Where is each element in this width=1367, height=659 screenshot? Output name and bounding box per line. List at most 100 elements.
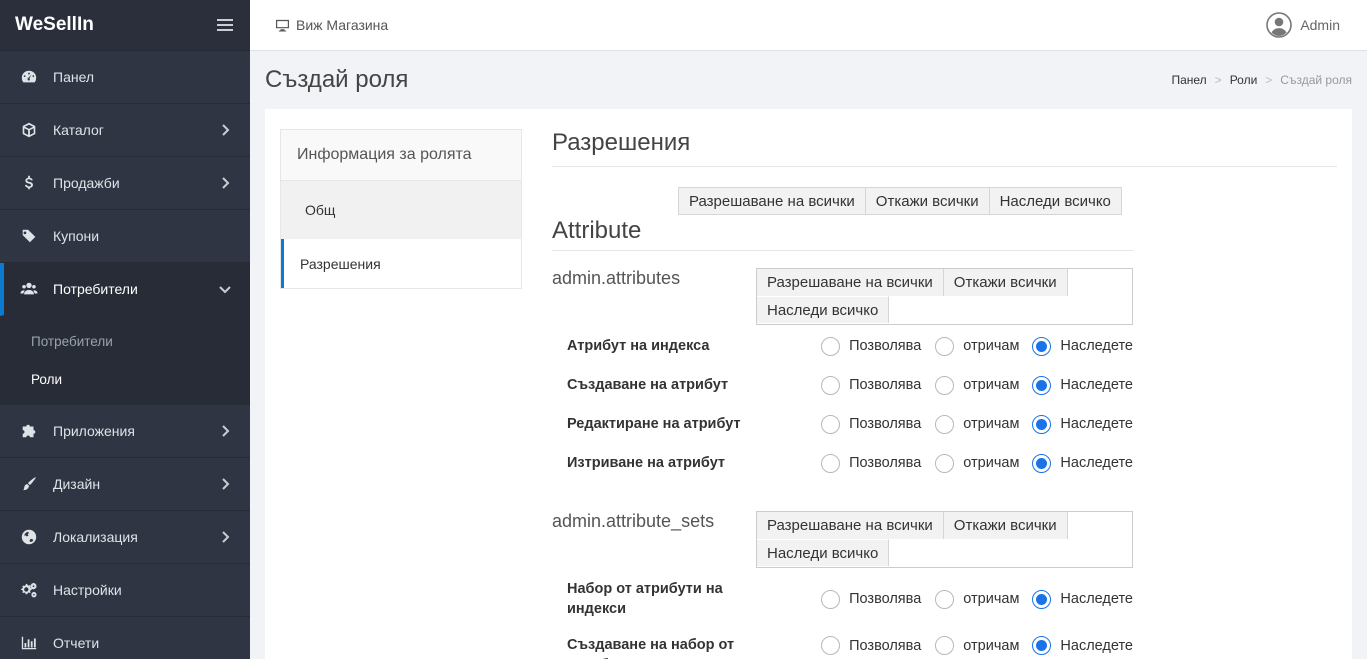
group-inherit-all-button[interactable]: Наследи всичко	[757, 296, 890, 323]
radio-inherit[interactable]: Наследете	[1032, 375, 1133, 395]
sidebar-item-label: Купони	[53, 228, 100, 244]
group-deny-all-button[interactable]: Откажи всички	[943, 512, 1068, 539]
permission-row: Атрибут на индекса Позволява отричам Нас…	[567, 336, 1133, 356]
page-header: Създай роля Панел > Роли > Създай роля	[250, 51, 1367, 109]
sidebar-item-settings[interactable]: Настройки	[0, 564, 250, 617]
section-title-attribute: Attribute	[552, 217, 1133, 251]
radio-deny[interactable]: отричам	[935, 453, 1019, 473]
tabs-heading: Информация за ролята	[281, 130, 521, 181]
brand-bar: WeSellIn	[0, 0, 250, 51]
permission-row: Изтриване на атрибут Позволява отричам Н…	[567, 453, 1133, 473]
permission-radios: Позволява отричам Наследете	[821, 636, 1133, 655]
sidebar-item-catalog[interactable]: Каталог	[0, 104, 250, 157]
sidebar-item-label: Потребители	[53, 281, 138, 297]
radio-inherit[interactable]: Наследете	[1032, 414, 1133, 434]
group-inherit-all-button[interactable]: Наследи всичко	[757, 539, 890, 566]
radio-deny[interactable]: отричам	[935, 375, 1019, 395]
permission-label: Атрибут на индекса	[567, 338, 710, 354]
role-tabs: Информация за ролята Общ Разрешения	[280, 129, 522, 289]
radio-deny[interactable]: отричам	[935, 636, 1019, 655]
tab-permissions[interactable]: Разрешения	[281, 239, 521, 288]
radio-deny[interactable]: отричам	[935, 336, 1019, 356]
permission-label: Създаване на атрибут	[567, 377, 729, 393]
inherit-all-button[interactable]: Наследи всичко	[989, 187, 1122, 215]
permission-row: Набор от атрибути на индекси Позволява о…	[567, 579, 1133, 619]
permission-radios: Позволява отричам Наследете	[821, 589, 1133, 609]
dollar-icon	[19, 173, 39, 193]
chevron-right-icon	[218, 530, 232, 544]
globe-icon	[19, 527, 39, 547]
radio-inherit[interactable]: Наследете	[1032, 336, 1133, 356]
radio-inherit[interactable]: Наследете	[1032, 636, 1133, 655]
chevron-right-icon	[218, 176, 232, 190]
submenu-item-roles[interactable]: Роли	[0, 360, 250, 398]
permission-radios: Позволява отричам Наследете	[821, 375, 1133, 395]
radio-allow[interactable]: Позволява	[821, 375, 921, 395]
radio-allow[interactable]: Позволява	[821, 453, 921, 473]
permission-label: Създаване на набор от атрибути	[567, 637, 735, 659]
dashboard-icon	[19, 67, 39, 87]
sidebar-item-label: Отчети	[53, 635, 100, 651]
sidebar-item-reports[interactable]: Отчети	[0, 617, 250, 659]
gears-icon	[19, 580, 39, 600]
permission-radios: Позволява отричам Наследете	[821, 414, 1133, 434]
sidebar-item-design[interactable]: Дизайн	[0, 458, 250, 511]
users-submenu: Потребители Роли	[0, 316, 250, 405]
breadcrumb-separator: >	[1214, 73, 1222, 87]
permission-label: Изтриване на атрибут	[567, 455, 726, 471]
permission-radios: Позволява отричам Наследете	[821, 453, 1133, 473]
permissions-title: Разрешения	[552, 129, 1337, 167]
group-allow-all-button[interactable]: Разрешаване на всички	[757, 512, 944, 539]
tab-general[interactable]: Общ	[281, 181, 521, 239]
sidebar-item-coupons[interactable]: Купони	[0, 210, 250, 263]
sidebar-item-label: Каталог	[53, 122, 104, 138]
group-permission-buttons: Разрешаване на всички Откажи всички Насл…	[756, 268, 1133, 325]
group-allow-all-button[interactable]: Разрешаване на всички	[757, 269, 944, 296]
bar-chart-icon	[19, 633, 39, 653]
sidebar-item-label: Локализация	[53, 529, 138, 545]
permission-row: Създаване на набор от атрибути Позволява…	[567, 635, 1133, 659]
radio-allow[interactable]: Позволява	[821, 636, 921, 655]
radio-allow[interactable]: Позволява	[821, 589, 921, 609]
sidebar-item-label: Панел	[53, 69, 95, 85]
global-permission-buttons: Разрешаване на всички Откажи всички Насл…	[678, 187, 1337, 215]
sidebar-item-sales[interactable]: Продажби	[0, 157, 250, 210]
view-store-link[interactable]: Виж Магазина	[275, 17, 388, 33]
sidebar: WeSellIn Панел Каталог Продажби Купони П…	[0, 0, 250, 659]
radio-deny[interactable]: отричам	[935, 589, 1019, 609]
group-deny-all-button[interactable]: Откажи всички	[943, 269, 1068, 296]
permission-group-attributes: admin.attributes Разрешаване на всички О…	[552, 268, 1133, 508]
permission-row: Редактиране на атрибут Позволява отричам…	[567, 414, 1133, 434]
submenu-item-users[interactable]: Потребители	[0, 322, 250, 360]
radio-inherit[interactable]: Наследете	[1032, 453, 1133, 473]
radio-allow[interactable]: Позволява	[821, 414, 921, 434]
deny-all-button[interactable]: Откажи всички	[865, 187, 990, 215]
puzzle-icon	[19, 421, 39, 441]
users-icon	[19, 279, 39, 299]
sidebar-item-localization[interactable]: Локализация	[0, 511, 250, 564]
chevron-right-icon	[218, 123, 232, 137]
brand-logo[interactable]: WeSellIn	[15, 14, 94, 36]
menu-toggle-icon[interactable]	[217, 19, 233, 31]
radio-allow[interactable]: Позволява	[821, 336, 921, 356]
radio-inherit[interactable]: Наследете	[1032, 589, 1133, 609]
sidebar-item-apps[interactable]: Приложения	[0, 405, 250, 458]
user-menu[interactable]: Admin	[1266, 12, 1340, 38]
role-form-card: Информация за ролята Общ Разрешения Разр…	[265, 109, 1352, 659]
permission-row: Създаване на атрибут Позволява отричам Н…	[567, 375, 1133, 395]
sidebar-item-users[interactable]: Потребители	[0, 263, 250, 316]
sidebar-item-label: Дизайн	[53, 476, 101, 492]
breadcrumb: Панел > Роли > Създай роля	[1171, 73, 1352, 87]
tags-icon	[19, 226, 39, 246]
chevron-down-icon	[218, 282, 232, 296]
sidebar-item-label: Приложения	[53, 423, 135, 439]
chevron-right-icon	[218, 424, 232, 438]
sidebar-item-dashboard[interactable]: Панел	[0, 51, 250, 104]
allow-all-button[interactable]: Разрешаване на всички	[678, 187, 866, 215]
breadcrumb-dashboard[interactable]: Панел	[1171, 73, 1206, 87]
sidebar-item-label: Продажби	[53, 175, 120, 191]
permissions-panel: Разрешения Разрешаване на всички Откажи …	[552, 129, 1337, 659]
group-permission-buttons: Разрешаване на всички Откажи всички Насл…	[756, 511, 1133, 568]
breadcrumb-roles[interactable]: Роли	[1230, 73, 1258, 87]
radio-deny[interactable]: отричам	[935, 414, 1019, 434]
